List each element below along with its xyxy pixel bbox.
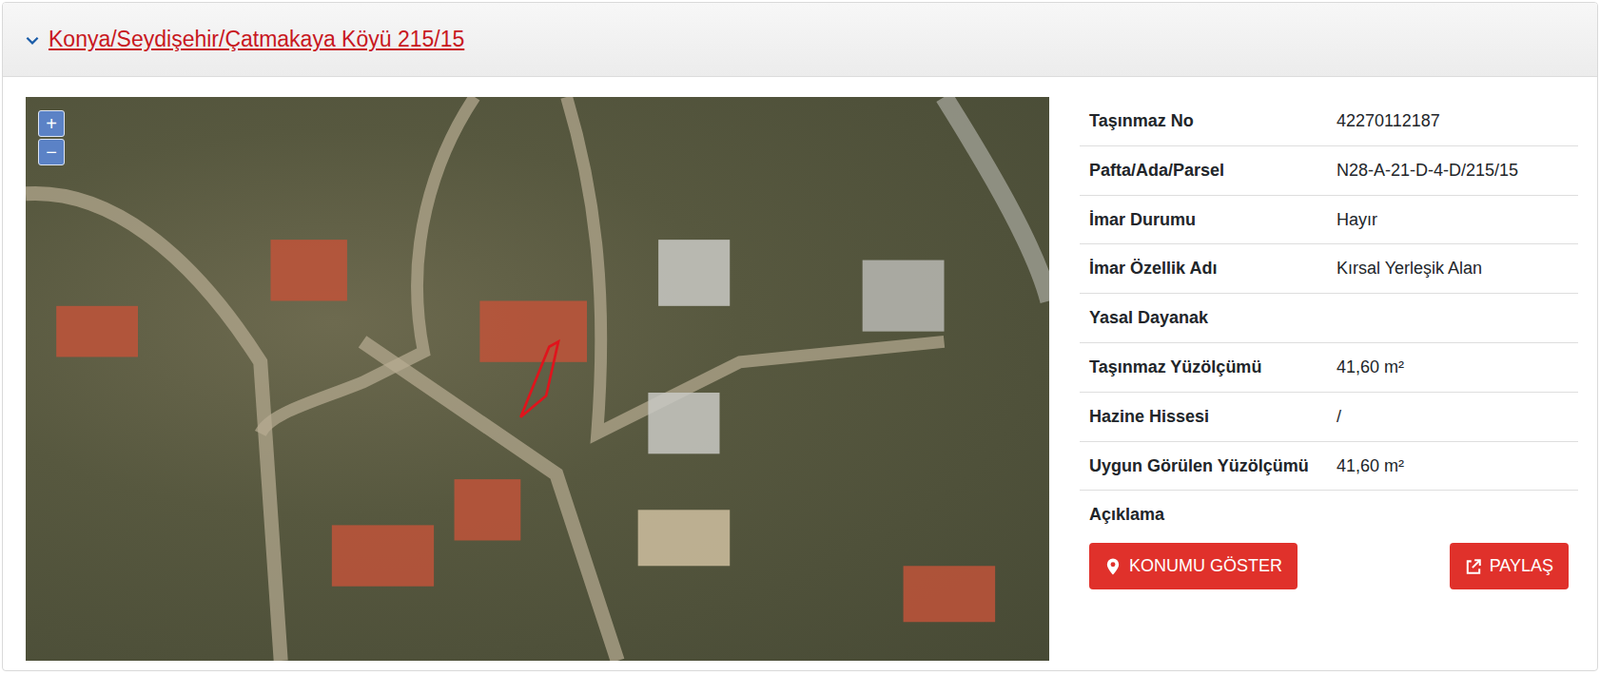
detail-row: Hazine Hissesi/ xyxy=(1079,391,1579,442)
title-link[interactable]: Konya/Seydişehir/Çatmakaya Köyü 215/15 xyxy=(48,22,465,57)
share-button[interactable]: PAYLAŞ xyxy=(1449,543,1569,590)
detail-cell xyxy=(1332,490,1579,540)
detail-cell: 41,60 m² xyxy=(1332,441,1579,491)
detail-value: 41,60 m² xyxy=(1336,353,1542,382)
detail-label: Taşınmaz No xyxy=(1079,97,1333,146)
detail-value: N28-A-21-D-4-D/215/15 xyxy=(1336,156,1542,185)
property-card: Konya/Seydişehir/Çatmakaya Köyü 215/15 +−… xyxy=(1,1,1599,672)
map-pin-icon xyxy=(1104,558,1122,576)
detail-value: / xyxy=(1336,403,1542,431)
map[interactable]: +− xyxy=(25,97,1050,662)
detail-label: Taşınmaz Yüzölçümü xyxy=(1079,342,1333,392)
detail-label: Hazine Hissesi xyxy=(1079,391,1333,442)
detail-value: 42270112187 xyxy=(1336,107,1542,136)
detail-cell: Hayır xyxy=(1332,195,1579,245)
detail-row: Taşınmaz No42270112187 xyxy=(1079,97,1579,146)
detail-cell xyxy=(1332,293,1579,344)
detail-row: Pafta/Ada/ParselN28-A-21-D-4-D/215/15 xyxy=(1079,145,1579,196)
button-row: KONUMU GÖSTER PAYLAŞ xyxy=(1079,539,1579,590)
card-header: Konya/Seydişehir/Çatmakaya Köyü 215/15 xyxy=(2,2,1598,78)
detail-row: Yasal Dayanak xyxy=(1079,293,1579,344)
detail-cell: / xyxy=(1332,391,1579,442)
zoom-in-button[interactable]: + xyxy=(38,110,65,137)
detail-row: Uygun Görülen Yüzölçümü41,60 m² xyxy=(1079,441,1579,491)
detail-label: Pafta/Ada/Parsel xyxy=(1079,145,1333,196)
detail-label: Uygun Görülen Yüzölçümü xyxy=(1079,441,1333,491)
details-table: Taşınmaz No42270112187Pafta/Ada/ParselN2… xyxy=(1079,97,1579,540)
detail-cell: 42270112187 xyxy=(1332,97,1579,146)
detail-cell: N28-A-21-D-4-D/215/15 xyxy=(1332,145,1579,196)
detail-cell: Kırsal Yerleşik Alan xyxy=(1332,244,1579,294)
show-location-button[interactable]: KONUMU GÖSTER xyxy=(1089,543,1298,590)
detail-label: Yasal Dayanak xyxy=(1079,293,1333,344)
satellite-image xyxy=(25,97,1050,662)
detail-value: Hayır xyxy=(1336,206,1542,235)
button-label: KONUMU GÖSTER xyxy=(1129,553,1283,580)
share-icon xyxy=(1464,558,1483,576)
detail-row: İmar Özellik AdıKırsal Yerleşik Alan xyxy=(1079,244,1579,294)
detail-cell: 41,60 m² xyxy=(1332,342,1579,392)
zoom-out-button[interactable]: − xyxy=(38,138,65,166)
button-label: PAYLAŞ xyxy=(1489,553,1554,580)
detail-value: 41,60 m² xyxy=(1336,452,1542,481)
card-body: +−Taşınmaz No42270112187Pafta/Ada/Parsel… xyxy=(2,77,1598,669)
detail-label: İmar Özellik Adı xyxy=(1079,244,1333,294)
detail-row: Açıklama xyxy=(1079,490,1579,540)
detail-row: Taşınmaz Yüzölçümü41,60 m² xyxy=(1079,342,1579,392)
zoom-control: +− xyxy=(38,110,65,166)
detail-value: Kırsal Yerleşik Alan xyxy=(1336,254,1542,283)
details-panel: Taşınmaz No42270112187Pafta/Ada/ParselN2… xyxy=(1079,97,1579,662)
detail-row: İmar DurumuHayır xyxy=(1079,195,1579,245)
chevron-icon xyxy=(23,31,41,49)
detail-label: Açıklama xyxy=(1079,490,1333,540)
detail-label: İmar Durumu xyxy=(1079,195,1333,245)
